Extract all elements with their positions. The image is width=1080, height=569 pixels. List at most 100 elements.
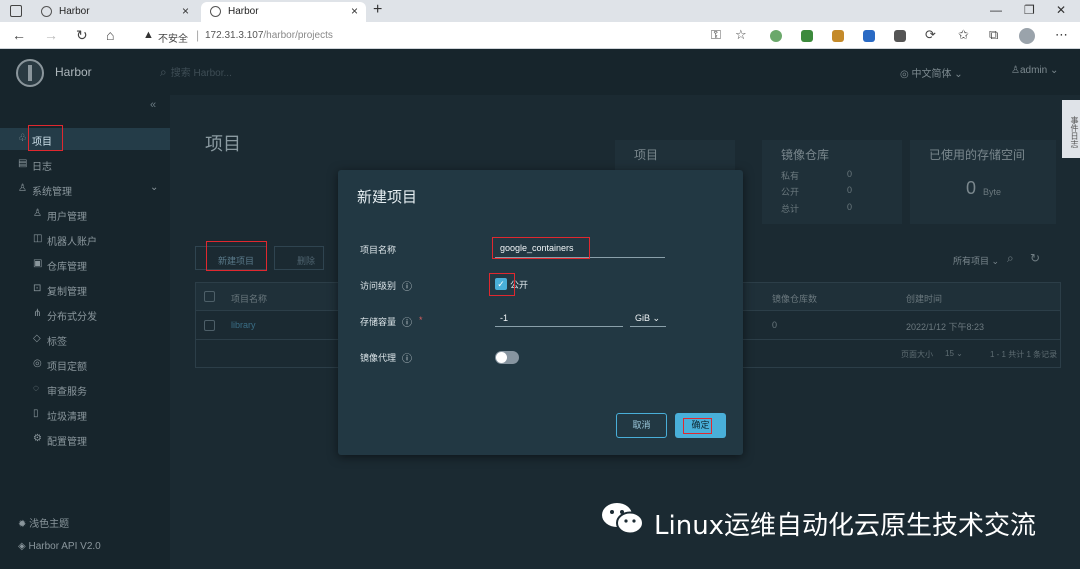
sidebar-item-registries[interactable]: ▣ 仓库管理	[0, 253, 170, 275]
storage-unit: Byte	[983, 187, 1002, 197]
minimize-button[interactable]: —	[990, 3, 1002, 17]
extension-icon[interactable]	[863, 30, 875, 42]
row-checkbox[interactable]	[204, 320, 215, 331]
key-icon[interactable]: ⚿	[711, 27, 721, 43]
sidebar-item-robots[interactable]: ◫ 机器人账户	[0, 228, 170, 250]
highlight-box	[206, 241, 267, 271]
refresh-icon[interactable]: ↻	[1030, 251, 1040, 265]
project-link[interactable]: library	[231, 320, 256, 330]
dialog-title: 新建项目	[357, 189, 418, 206]
wechat-logo-icon	[602, 503, 644, 535]
admin-icon: ♙	[18, 183, 27, 194]
tab-title: Harbor	[228, 6, 259, 17]
forward-icon[interactable]: →	[44, 27, 58, 43]
language-selector[interactable]: ◎ 中文简体 ⌄	[900, 65, 963, 80]
harbor-favicon-icon	[41, 6, 52, 17]
sidebar-item-replications[interactable]: ⊡ 复制管理	[0, 278, 170, 300]
global-search[interactable]: ⌕ 搜索 Harbor...	[160, 64, 232, 80]
repos-stat-card: 镜像仓库 私有 0 公开 0 总计 0	[762, 140, 902, 224]
api-icon: ◈	[18, 541, 29, 552]
browser-tab-1[interactable]: Harbor ×	[32, 2, 197, 22]
collapse-sidebar-icon[interactable]: «	[150, 99, 156, 111]
storage-stat-card: 已使用的存储空间	[910, 140, 1056, 224]
sidebar-item-gc[interactable]: ▯ 垃圾清理	[0, 403, 170, 425]
reload-icon[interactable]: ↻	[76, 27, 88, 44]
highlight-box	[492, 237, 590, 259]
page-size-select[interactable]: 15 ⌄	[945, 349, 963, 358]
tab-title: Harbor	[59, 6, 90, 17]
access-level-label: 访问级别	[360, 281, 397, 291]
sidebar-item-config[interactable]: ⚙ 配置管理	[0, 428, 170, 450]
delete-button[interactable]: 删除	[274, 246, 324, 270]
watermark-text: Linux运维自动化云原生技术交流	[654, 511, 1037, 541]
proxy-cache-toggle[interactable]	[495, 351, 519, 364]
users-icon: ♙	[33, 208, 42, 219]
info-icon[interactable]: ⓘ	[402, 350, 412, 365]
registry-icon: ▣	[33, 258, 43, 269]
tag-icon: ◇	[33, 333, 41, 344]
user-icon: ♙	[1011, 65, 1020, 76]
storage-quota-label: 存储容量	[360, 317, 397, 327]
sidebar-item-logs[interactable]: ▤ 日志	[0, 153, 170, 175]
required-marker: *	[419, 315, 423, 325]
info-icon[interactable]: ⓘ	[402, 314, 412, 329]
search-icon: ⌕	[160, 65, 167, 79]
event-log-tab[interactable]: 事件日志	[1062, 100, 1080, 158]
shield-icon: ◌	[33, 383, 39, 394]
storage-value: 0	[966, 178, 977, 198]
address-bar: ← → ↻ ⌂ ▲ 不安全 | 172.31.3.107/harbor/proj…	[0, 22, 1080, 49]
sidebar-item-distributions[interactable]: ⋔ 分布式分发	[0, 303, 170, 325]
back-icon[interactable]: ←	[12, 27, 26, 43]
extension-icon[interactable]	[801, 30, 813, 42]
search-icon[interactable]: ⌕	[1007, 251, 1014, 266]
extension-icon[interactable]	[894, 30, 906, 42]
sidebar-item-quotas[interactable]: ◎ 项目定额	[0, 353, 170, 375]
extension-icon[interactable]	[832, 30, 844, 42]
more-icon[interactable]: ⋯	[1055, 27, 1068, 43]
sidebar-item-admin[interactable]: ♙ 系统管理 ⌄	[0, 178, 170, 200]
security-warning[interactable]: 不安全	[158, 30, 188, 45]
user-menu[interactable]: ♙admin ⌄	[1011, 65, 1058, 76]
select-all-checkbox[interactable]	[204, 291, 215, 302]
storage-unit-select[interactable]: GiB ⌄	[630, 310, 666, 327]
sidebar-item-labels[interactable]: ◇ 标签	[0, 328, 170, 350]
home-icon[interactable]: ⌂	[106, 27, 114, 43]
info-icon[interactable]: ⓘ	[402, 278, 412, 293]
proxy-cache-label: 镜像代理	[360, 353, 397, 363]
project-filter-select[interactable]: 所有项目 ⌄	[953, 254, 999, 267]
extensions-icon[interactable]: ⟳	[925, 27, 936, 43]
new-tab-button[interactable]: +	[373, 1, 382, 19]
close-window-button[interactable]: ✕	[1056, 3, 1066, 17]
sidebar: « ♧ 项目 ▤ 日志 ♙ 系统管理 ⌄ ♙ 用户管理 ◫ 机器人账户 ▣ 仓库管理 …	[0, 95, 170, 569]
sidebar-item-projects[interactable]: ♧ 项目	[0, 128, 170, 150]
brand-name[interactable]: Harbor	[55, 65, 92, 79]
url-text: 172.31.3.107/harbor/projects	[205, 30, 333, 41]
quota-icon: ◎	[33, 358, 42, 369]
sidebar-item-users[interactable]: ♙ 用户管理	[0, 203, 170, 225]
reading-icon[interactable]: ☆	[735, 27, 747, 43]
harbor-logo-icon[interactable]	[16, 59, 44, 87]
browser-tab-bar: Harbor × Harbor × + — ❐ ✕	[0, 0, 1080, 22]
collections-icon[interactable]: ⧉	[989, 27, 998, 43]
profile-avatar[interactable]	[1019, 28, 1035, 44]
sidebar-item-interrogation[interactable]: ◌ 审查服务	[0, 378, 170, 400]
trash-icon: ▯	[33, 408, 39, 419]
projects-icon: ♧	[18, 133, 27, 144]
search-input[interactable]: 搜索 Harbor...	[171, 68, 232, 79]
cancel-button[interactable]: 取消	[616, 413, 667, 438]
creation-time: 2022/1/12 下午8:23	[906, 322, 985, 332]
theme-toggle[interactable]: ✹ 浅色主题	[18, 515, 69, 530]
browser-tab-2[interactable]: Harbor ×	[201, 2, 366, 22]
extension-icon[interactable]	[770, 30, 782, 42]
robot-icon: ◫	[33, 233, 43, 244]
tab-close-icon[interactable]: ×	[182, 4, 189, 18]
replication-icon: ⊡	[33, 283, 42, 294]
url-field[interactable]: ▲ 不安全 | 172.31.3.107/harbor/projects	[138, 25, 758, 46]
storage-quota-input[interactable]: -1	[495, 310, 623, 327]
api-link[interactable]: ◈ Harbor API V2.0	[18, 541, 101, 552]
globe-icon: ◎	[900, 69, 912, 80]
favorites-icon[interactable]: ✩	[958, 27, 969, 43]
tab-close-icon[interactable]: ×	[351, 4, 358, 18]
window-menu-icon[interactable]	[10, 5, 22, 17]
maximize-button[interactable]: ❐	[1024, 3, 1035, 17]
